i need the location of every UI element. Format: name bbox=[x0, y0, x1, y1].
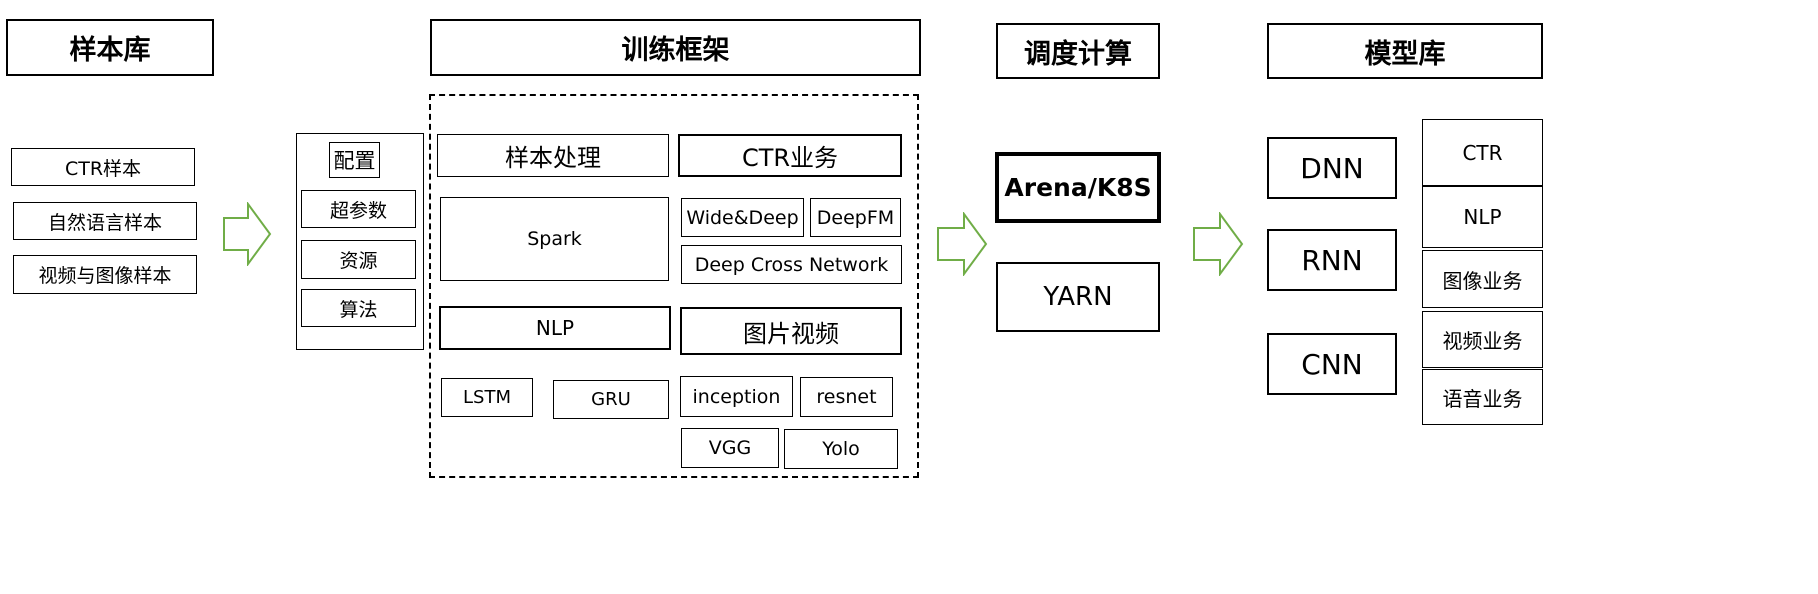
model-rnn-box: RNN bbox=[1267, 229, 1397, 291]
config-item-algorithm: 算法 bbox=[301, 289, 416, 327]
wide-deep-box: Wide&Deep bbox=[681, 198, 804, 237]
training-framework-header: 训练框架 bbox=[430, 19, 921, 76]
right-arrow-icon bbox=[223, 202, 272, 266]
ctr-business-box: CTR业务 bbox=[678, 134, 902, 177]
model-dnn-box: DNN bbox=[1267, 137, 1397, 199]
model-cnn-box: CNN bbox=[1267, 333, 1397, 395]
business-ctr-box: CTR bbox=[1422, 119, 1543, 186]
arena-k8s-box: Arena/K8S bbox=[995, 152, 1161, 223]
image-video-box: 图片视频 bbox=[680, 307, 902, 355]
business-speech-box: 语音业务 bbox=[1422, 369, 1543, 425]
yarn-box: YARN bbox=[996, 262, 1160, 332]
right-arrow-icon bbox=[1193, 212, 1244, 276]
sample-library-header: 样本库 bbox=[6, 19, 214, 76]
yolo-box: Yolo bbox=[784, 429, 898, 469]
deepfm-box: DeepFM bbox=[810, 198, 901, 237]
resnet-box: resnet bbox=[800, 377, 893, 417]
vgg-box: VGG bbox=[681, 428, 779, 468]
business-image-box: 图像业务 bbox=[1422, 250, 1543, 308]
config-title: 配置 bbox=[329, 142, 380, 178]
right-arrow-icon bbox=[937, 212, 988, 276]
scheduling-header: 调度计算 bbox=[996, 23, 1160, 79]
deep-cross-network-box: Deep Cross Network bbox=[681, 245, 902, 284]
business-video-box: 视频业务 bbox=[1422, 311, 1543, 368]
sample-item-ctr: CTR样本 bbox=[11, 148, 195, 186]
nlp-box: NLP bbox=[439, 306, 671, 350]
model-library-header: 模型库 bbox=[1267, 23, 1543, 79]
lstm-box: LSTM bbox=[441, 378, 533, 417]
inception-box: inception bbox=[680, 376, 793, 417]
business-nlp-box: NLP bbox=[1422, 186, 1543, 248]
config-item-hyperparams: 超参数 bbox=[301, 190, 416, 228]
spark-box: Spark bbox=[440, 197, 669, 281]
sample-item-nlp: 自然语言样本 bbox=[13, 202, 197, 240]
sample-processing-box: 样本处理 bbox=[437, 134, 669, 177]
sample-item-video-image: 视频与图像样本 bbox=[13, 255, 197, 294]
config-item-resources: 资源 bbox=[301, 240, 416, 279]
gru-box: GRU bbox=[553, 380, 669, 419]
